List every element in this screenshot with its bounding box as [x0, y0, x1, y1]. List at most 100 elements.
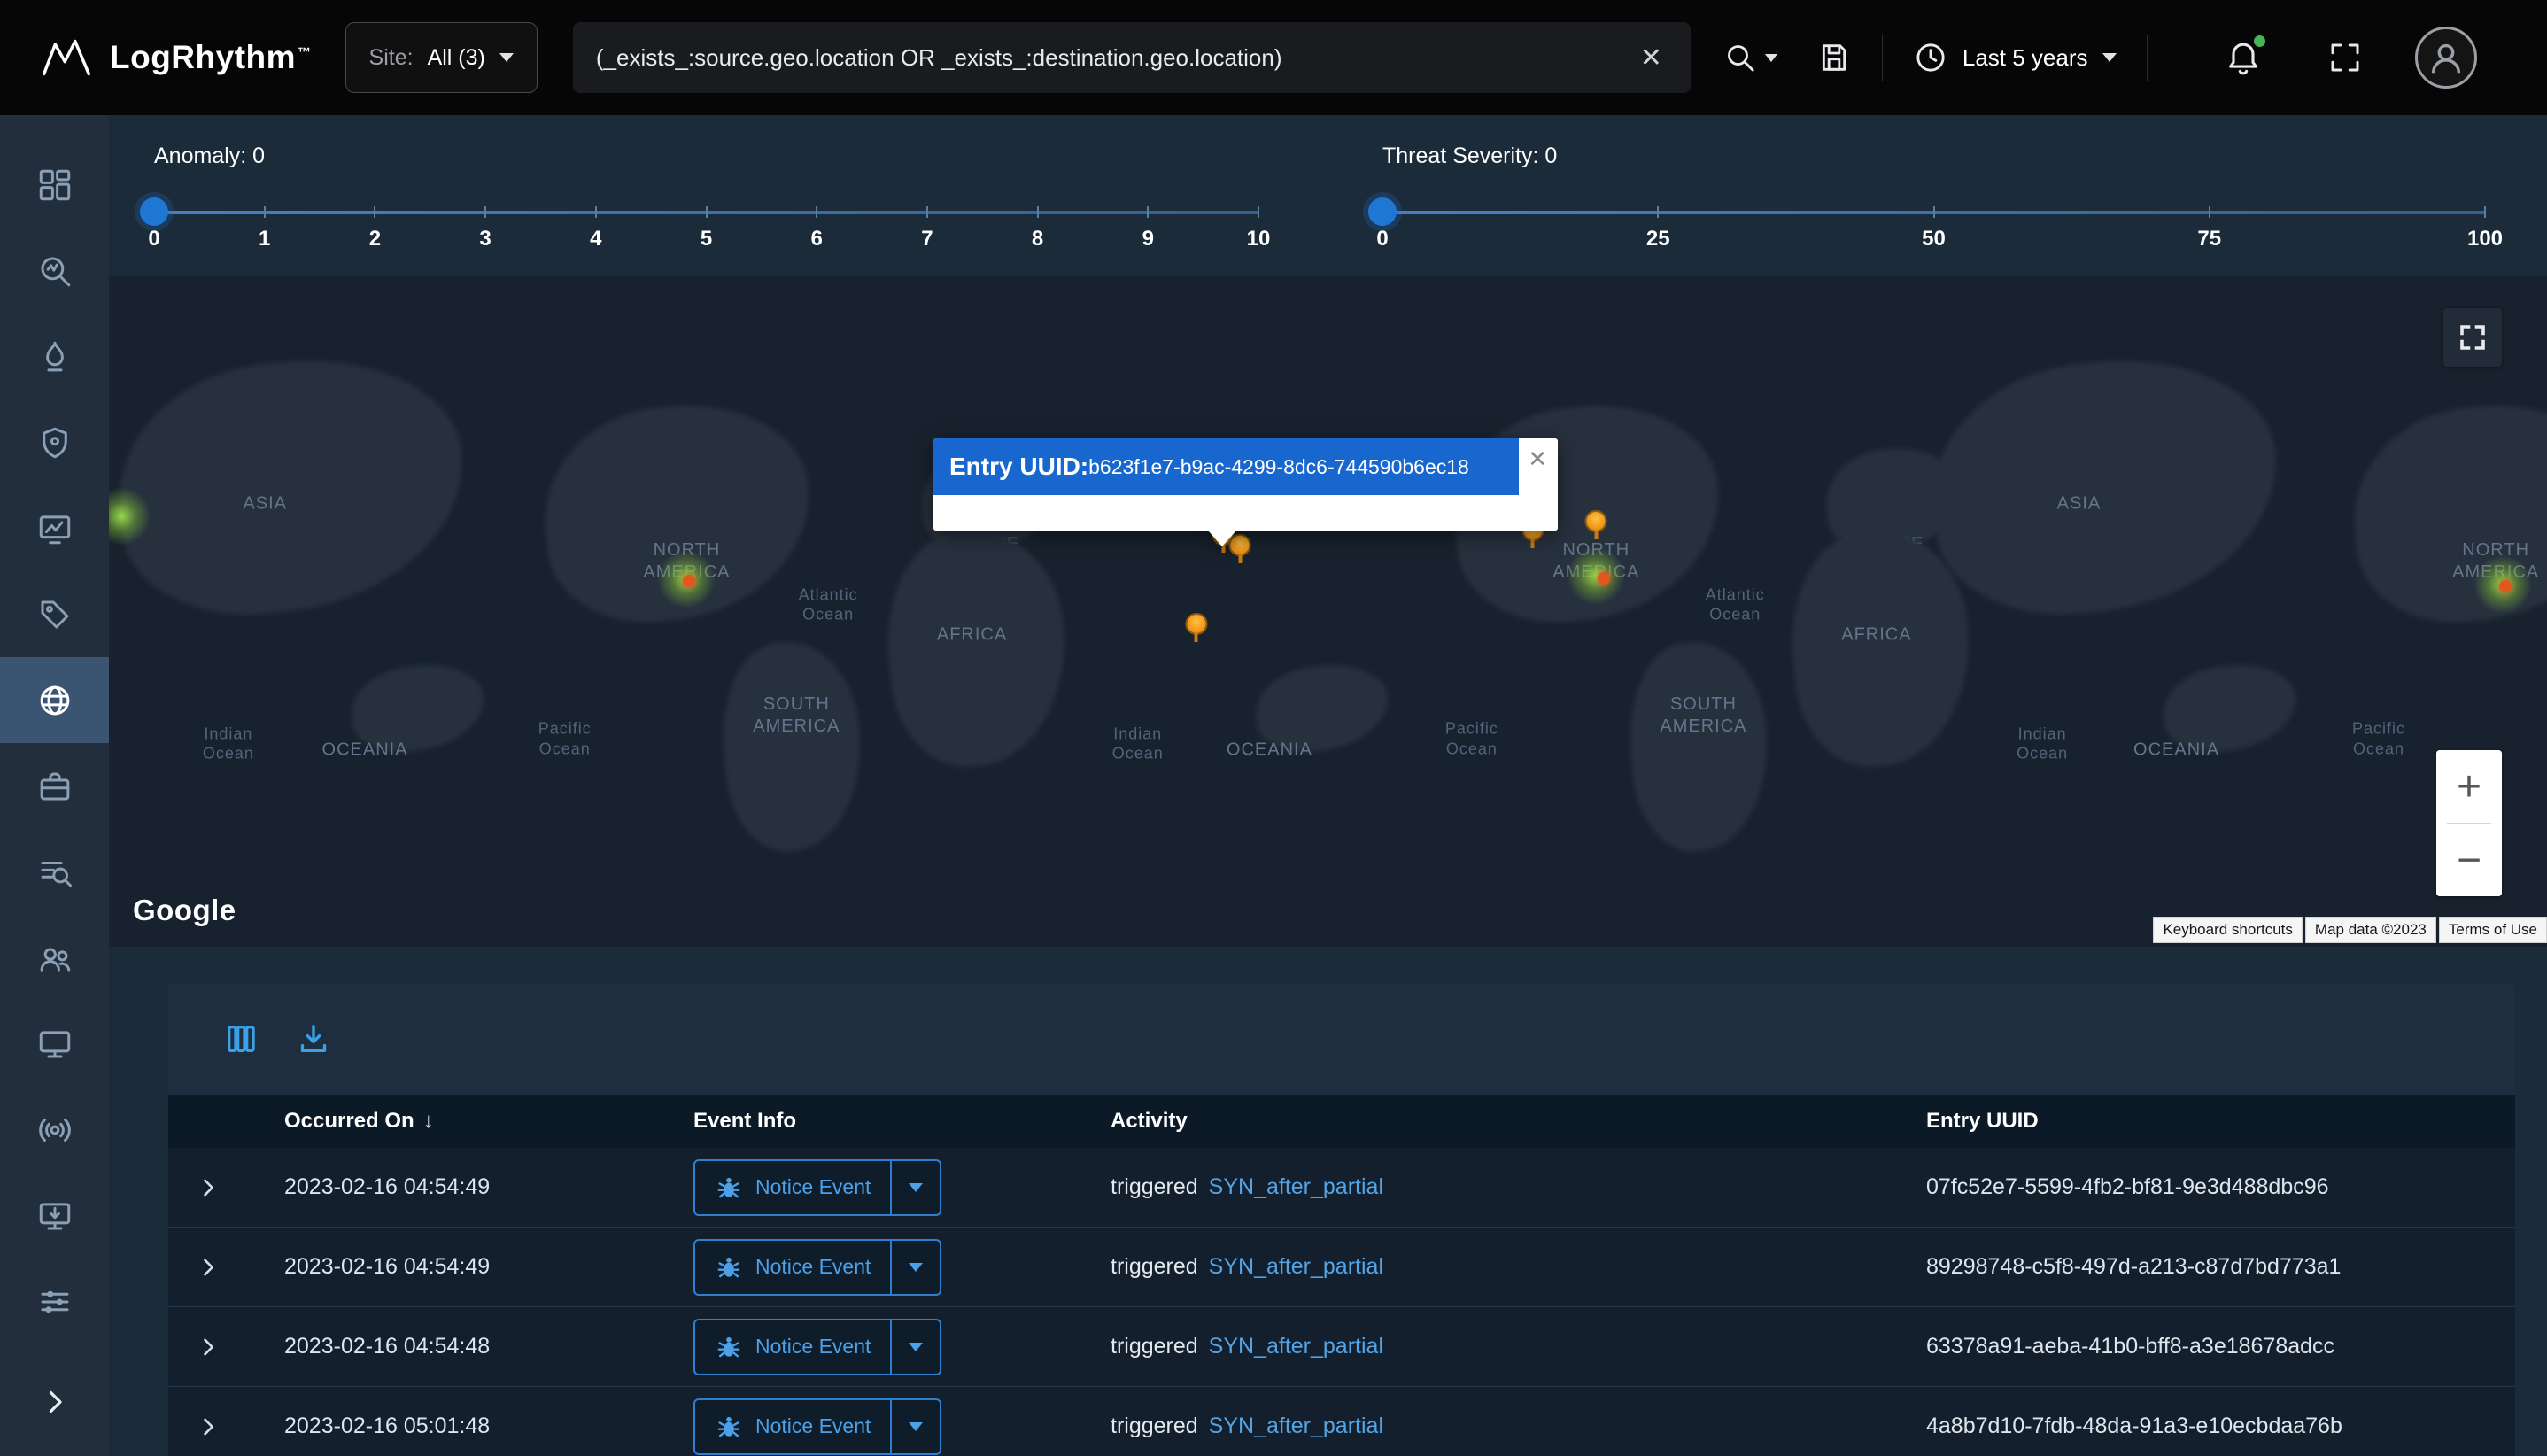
table-body: 2023-02-16 04:54:49Notice Eventtriggered…	[168, 1148, 2515, 1456]
chevron-down-icon	[909, 1183, 923, 1192]
bug-icon	[715, 1253, 743, 1282]
notice-event-button[interactable]: Notice Event	[695, 1400, 890, 1453]
map-marker-dot	[1598, 572, 1610, 585]
time-range-selector[interactable]: Last 5 years	[1913, 40, 2117, 75]
zoom-in-button[interactable]: +	[2436, 750, 2502, 823]
search-button[interactable]	[1723, 40, 1777, 75]
map-fullscreen-button[interactable]	[2443, 308, 2502, 367]
sidebar-item-tags[interactable]	[0, 571, 109, 657]
geo-map[interactable]: ASIAASIANORTH AMERICANORTH AMERICANORTH …	[109, 276, 2547, 947]
keyboard-shortcuts-link[interactable]: Keyboard shortcuts	[2153, 917, 2302, 943]
activity-rule-link[interactable]: SYN_after_partial	[1209, 1413, 1383, 1439]
sort-desc-icon[interactable]: ↓	[423, 1109, 434, 1134]
site-selector[interactable]: Site: All (3)	[345, 22, 538, 93]
notifications-button[interactable]	[2224, 36, 2263, 80]
sidebar-item-alarms[interactable]	[0, 399, 109, 485]
map-label: Pacific Ocean	[1445, 719, 1498, 759]
search-input[interactable]: (_exists_:source.geo.location OR _exists…	[573, 22, 1691, 93]
sidebar-item-reports[interactable]	[0, 485, 109, 571]
row-expand-button[interactable]	[196, 1175, 221, 1200]
activity-verb: triggered	[1111, 1174, 1198, 1200]
threat-slider-handle[interactable]	[1368, 197, 1397, 226]
activity-rule-link[interactable]: SYN_after_partial	[1209, 1174, 1383, 1200]
map-marker-pin[interactable]	[1585, 510, 1607, 539]
table-row: 2023-02-16 05:01:48Notice Eventtriggered…	[168, 1387, 2515, 1456]
notification-dot	[2251, 33, 2268, 50]
slider-tick-label: 1	[259, 227, 270, 252]
anomaly-slider-handle[interactable]	[140, 197, 168, 226]
threat-severity-slider: Threat Severity: 0 0255075100	[1382, 115, 2485, 276]
sidebar-item-people[interactable]	[0, 915, 109, 1001]
sidebar-item-geomap[interactable]	[0, 657, 109, 743]
infowindow-header: Entry UUID:b623f1e7-b9ac-4299-8dc6-74459…	[933, 438, 1519, 495]
slider-tick-label: 10	[1247, 227, 1271, 252]
entry-uuid-cell: 07fc52e7-5599-4fb2-bf81-9e3d488dbc96	[1890, 1174, 2515, 1200]
sidebar-item-settings[interactable]	[0, 1259, 109, 1344]
row-expand-button[interactable]	[196, 1255, 221, 1280]
sidebar-item-network[interactable]	[0, 1087, 109, 1173]
time-range-value: Last 5 years	[1963, 44, 2088, 72]
slider-tick	[484, 206, 486, 218]
activity-rule-link[interactable]: SYN_after_partial	[1209, 1254, 1383, 1280]
map-marker-glow	[1567, 546, 1625, 605]
slider-tick	[816, 206, 817, 218]
map-marker-pin[interactable]	[1185, 613, 1207, 642]
event-dropdown-button[interactable]	[890, 1161, 940, 1214]
topbar-divider	[2147, 35, 2148, 81]
endpoint-icon	[36, 1026, 74, 1063]
sidebar-item-dashboard[interactable]	[0, 142, 109, 228]
map-data-label: Map data ©2023	[2305, 917, 2436, 943]
clear-search-icon[interactable]: ✕	[1635, 43, 1668, 74]
user-avatar[interactable]	[2415, 27, 2477, 89]
notice-event-button[interactable]: Notice Event	[695, 1161, 890, 1214]
row-expand-button[interactable]	[196, 1335, 221, 1359]
zoom-out-button[interactable]: −	[2436, 824, 2502, 896]
notice-event-button[interactable]: Notice Event	[695, 1320, 890, 1374]
anomaly-label: Anomaly: 0	[154, 143, 265, 169]
sidebar-item-deployment[interactable]	[0, 1173, 109, 1259]
row-expand-button[interactable]	[196, 1414, 221, 1439]
slider-tick-label: 5	[701, 227, 712, 252]
column-occurred-on[interactable]: Occurred On ↓	[248, 1109, 657, 1134]
slider-tick-label: 9	[1142, 227, 1154, 252]
bug-icon	[715, 1333, 743, 1361]
event-dropdown-button[interactable]	[890, 1241, 940, 1294]
google-logo[interactable]: Google	[133, 894, 236, 927]
table-header: Occurred On ↓ Event Info Activity Entry …	[168, 1095, 2515, 1148]
sidebar-item-endpoint[interactable]	[0, 1001, 109, 1087]
event-dropdown-button[interactable]	[890, 1400, 940, 1453]
trademark-mark: ™	[298, 45, 312, 60]
activity-rule-link[interactable]: SYN_after_partial	[1209, 1334, 1383, 1359]
column-event-info[interactable]: Event Info	[657, 1109, 1074, 1134]
sidebar-expand-button[interactable]	[0, 1371, 109, 1433]
sidebar-item-cases[interactable]	[0, 743, 109, 829]
event-dropdown-button[interactable]	[890, 1320, 940, 1374]
search-mode-caret-icon[interactable]	[1765, 54, 1777, 62]
notice-event-button[interactable]: Notice Event	[695, 1241, 890, 1294]
slider-tick-label: 4	[590, 227, 601, 252]
save-search-button[interactable]	[1816, 40, 1852, 75]
sidebar-item-searches[interactable]	[0, 829, 109, 915]
column-entry-uuid[interactable]: Entry UUID	[1890, 1109, 2515, 1134]
event-info-button-group: Notice Event	[693, 1319, 941, 1375]
slider-tick	[2209, 206, 2210, 218]
download-icon[interactable]	[296, 1021, 331, 1057]
map-zoom-control: + −	[2436, 750, 2502, 896]
sidebar-item-threat[interactable]	[0, 314, 109, 399]
geomap-icon	[36, 682, 74, 719]
brand[interactable]: LogRhythm™	[37, 37, 312, 78]
anomaly-slider-track[interactable]: 012345678910	[154, 211, 1258, 214]
map-infowindow: Entry UUID:b623f1e7-b9ac-4299-8dc6-74459…	[933, 438, 1558, 531]
terms-of-use-link[interactable]: Terms of Use	[2439, 917, 2547, 943]
threat-slider-track[interactable]: 0255075100	[1382, 211, 2485, 214]
sidebar-item-analyze[interactable]	[0, 228, 109, 314]
columns-icon[interactable]	[223, 1021, 259, 1057]
column-activity[interactable]: Activity	[1074, 1109, 1890, 1134]
map-label: Pacific Ocean	[2352, 719, 2405, 759]
infowindow-close-icon[interactable]: ✕	[1528, 447, 1547, 470]
fullscreen-toggle-button[interactable]	[2326, 39, 2364, 76]
infowindow-uuid-value: b623f1e7-b9ac-4299-8dc6-744590b6ec18	[1088, 455, 1469, 479]
sidebar-nav	[0, 142, 109, 1344]
map-marker-dot	[683, 575, 695, 587]
search-icon	[1723, 40, 1758, 75]
